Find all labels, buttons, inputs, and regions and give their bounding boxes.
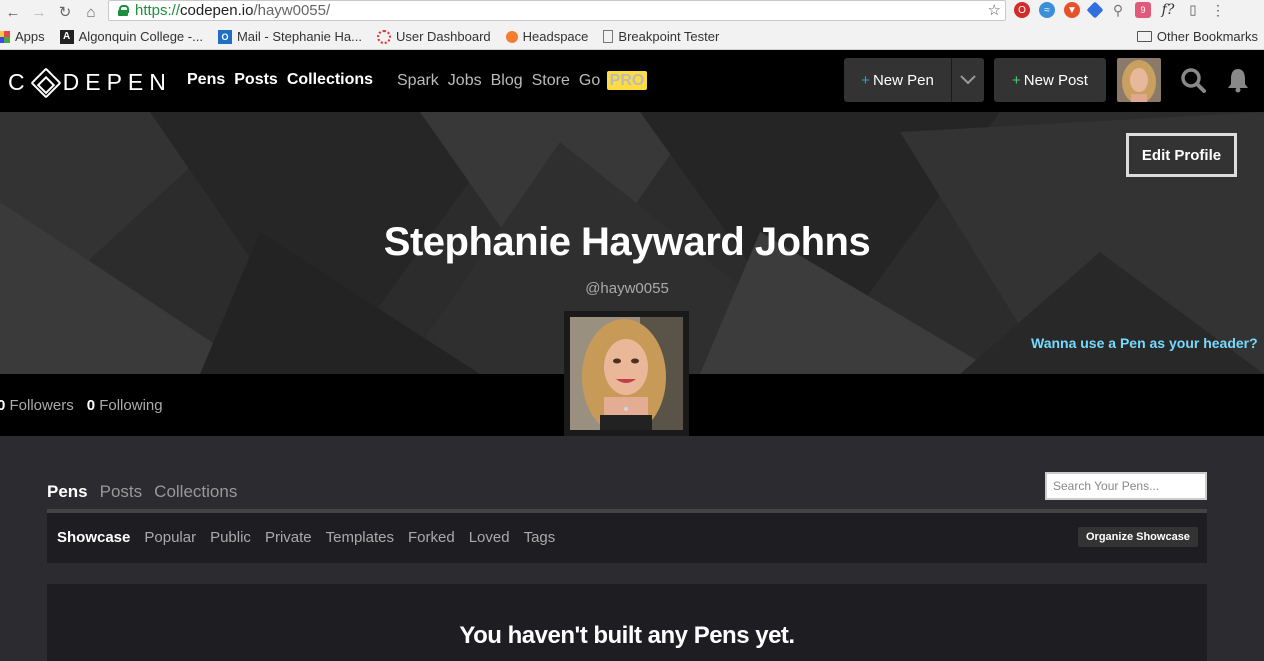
site-header: C DEPEN Pens Posts Collections Spark Jobs… — [0, 50, 1264, 112]
page-icon — [603, 30, 614, 43]
nav-collections[interactable]: Collections — [287, 71, 373, 89]
menu-dots-icon[interactable]: ⋮ — [1210, 2, 1226, 18]
profile-handle: @hayw0055 — [585, 280, 669, 297]
following-stat[interactable]: 0 Following — [87, 397, 163, 414]
notification-extension-icon[interactable]: 9 — [1135, 2, 1151, 18]
forward-icon[interactable]: → — [26, 4, 52, 21]
other-bookmarks[interactable]: Other Bookmarks — [1136, 29, 1258, 44]
nav-spark[interactable]: Spark — [397, 72, 439, 90]
shield-extension-icon[interactable]: ▼ — [1064, 2, 1080, 18]
bookmark-apps[interactable]: Apps — [0, 29, 45, 44]
home-icon[interactable]: ⌂ — [78, 4, 104, 21]
codepen-cube-icon — [30, 66, 62, 99]
algonquin-icon: A — [59, 29, 74, 44]
pen-filters: Showcase Popular Public Private Template… — [57, 529, 555, 546]
headspace-icon — [505, 30, 518, 43]
folder-icon — [1136, 31, 1152, 42]
search-pens-input[interactable]: Search Your Pens... — [1045, 472, 1207, 500]
followers-stat[interactable]: 0 Followers — [0, 397, 74, 414]
new-post-button[interactable]: + New Post — [994, 58, 1106, 102]
new-pen-button[interactable]: + New Pen — [844, 58, 984, 102]
empty-state-panel: You haven't built any Pens yet. — [47, 584, 1207, 661]
reload-icon[interactable]: ↻ — [52, 3, 78, 21]
edit-profile-button[interactable]: Edit Profile — [1126, 133, 1237, 177]
profile-avatar — [564, 311, 689, 436]
filter-private[interactable]: Private — [265, 529, 312, 546]
pro-badge: PRO — [606, 71, 648, 90]
browser-toolbar: ← → ↻ ⌂ https://codepen.io/hayw0055/ ☆ O… — [0, 0, 1264, 24]
main-nav: Pens Posts Collections — [187, 71, 373, 89]
filter-tags[interactable]: Tags — [524, 529, 556, 546]
bookmarks-bar: Apps A Algonquin College -... O Mail - S… — [0, 24, 1264, 50]
filter-forked[interactable]: Forked — [408, 529, 455, 546]
outlook-icon: O — [217, 29, 232, 44]
plus-icon: + — [1012, 71, 1021, 89]
mobile-extension-icon[interactable]: ▯ — [1185, 2, 1201, 18]
bookmark-star-icon[interactable]: ☆ — [988, 1, 1001, 19]
tab-pens[interactable]: Pens — [47, 482, 88, 502]
content-tabs: Pens Posts Collections — [47, 482, 237, 502]
follow-stats: 0 Followers 0 Following — [0, 397, 163, 414]
tab-collections[interactable]: Collections — [154, 482, 237, 502]
pen-header-link[interactable]: Wanna use a Pen as your header? — [1031, 335, 1258, 351]
weather-extension-icon[interactable]: ≈ — [1039, 2, 1055, 18]
address-bar[interactable]: https://codepen.io/hayw0055/ ☆ — [108, 0, 1006, 21]
font-extension-icon[interactable]: f? — [1160, 2, 1176, 18]
dashboard-icon — [376, 29, 391, 44]
bookmark-algonquin[interactable]: A Algonquin College -... — [59, 29, 203, 44]
filter-loved[interactable]: Loved — [469, 529, 510, 546]
lock-icon — [118, 5, 129, 16]
nav-go-pro[interactable]: Go PRO — [579, 71, 648, 90]
nav-posts[interactable]: Posts — [234, 71, 278, 89]
bookmark-headspace[interactable]: Headspace — [505, 29, 588, 44]
filter-public[interactable]: Public — [210, 529, 251, 546]
plus-icon: + — [861, 71, 870, 89]
bell-icon[interactable] — [1226, 67, 1250, 93]
url-text: https://codepen.io/hayw0055/ — [135, 2, 331, 19]
back-icon[interactable]: ← — [0, 4, 26, 21]
magnifier-extension-icon[interactable]: ⚲ — [1110, 2, 1126, 18]
bookmark-user-dashboard[interactable]: User Dashboard — [376, 29, 491, 44]
tab-posts[interactable]: Posts — [100, 482, 143, 502]
extensions-area: O ≈ ▼ ⚲ 9 f? ▯ ⋮ — [1014, 1, 1226, 19]
nav-blog[interactable]: Blog — [491, 72, 523, 90]
secondary-nav: Spark Jobs Blog Store Go PRO — [397, 71, 648, 90]
nav-store[interactable]: Store — [532, 72, 570, 90]
filter-showcase[interactable]: Showcase — [57, 529, 130, 546]
user-avatar[interactable] — [1117, 58, 1161, 102]
nav-pens[interactable]: Pens — [187, 71, 225, 89]
bookmark-mail[interactable]: O Mail - Stephanie Ha... — [217, 29, 362, 44]
filter-popular[interactable]: Popular — [144, 529, 196, 546]
opera-extension-icon[interactable]: O — [1014, 2, 1030, 18]
profile-name: Stephanie Hayward Johns — [383, 220, 871, 264]
nav-jobs[interactable]: Jobs — [448, 72, 482, 90]
bookmark-breakpoint-tester[interactable]: Breakpoint Tester — [603, 29, 719, 44]
filter-bar: Showcase Popular Public Private Template… — [47, 513, 1207, 563]
apps-grid-icon — [0, 30, 10, 43]
organize-showcase-button[interactable]: Organize Showcase — [1078, 527, 1198, 547]
chevron-down-icon[interactable] — [952, 73, 984, 88]
empty-state-message: You haven't built any Pens yet. — [459, 622, 795, 649]
codepen-logo[interactable]: C DEPEN — [8, 66, 172, 99]
filter-templates[interactable]: Templates — [326, 529, 394, 546]
diamond-extension-icon[interactable] — [1086, 1, 1104, 19]
search-icon[interactable] — [1180, 67, 1206, 93]
